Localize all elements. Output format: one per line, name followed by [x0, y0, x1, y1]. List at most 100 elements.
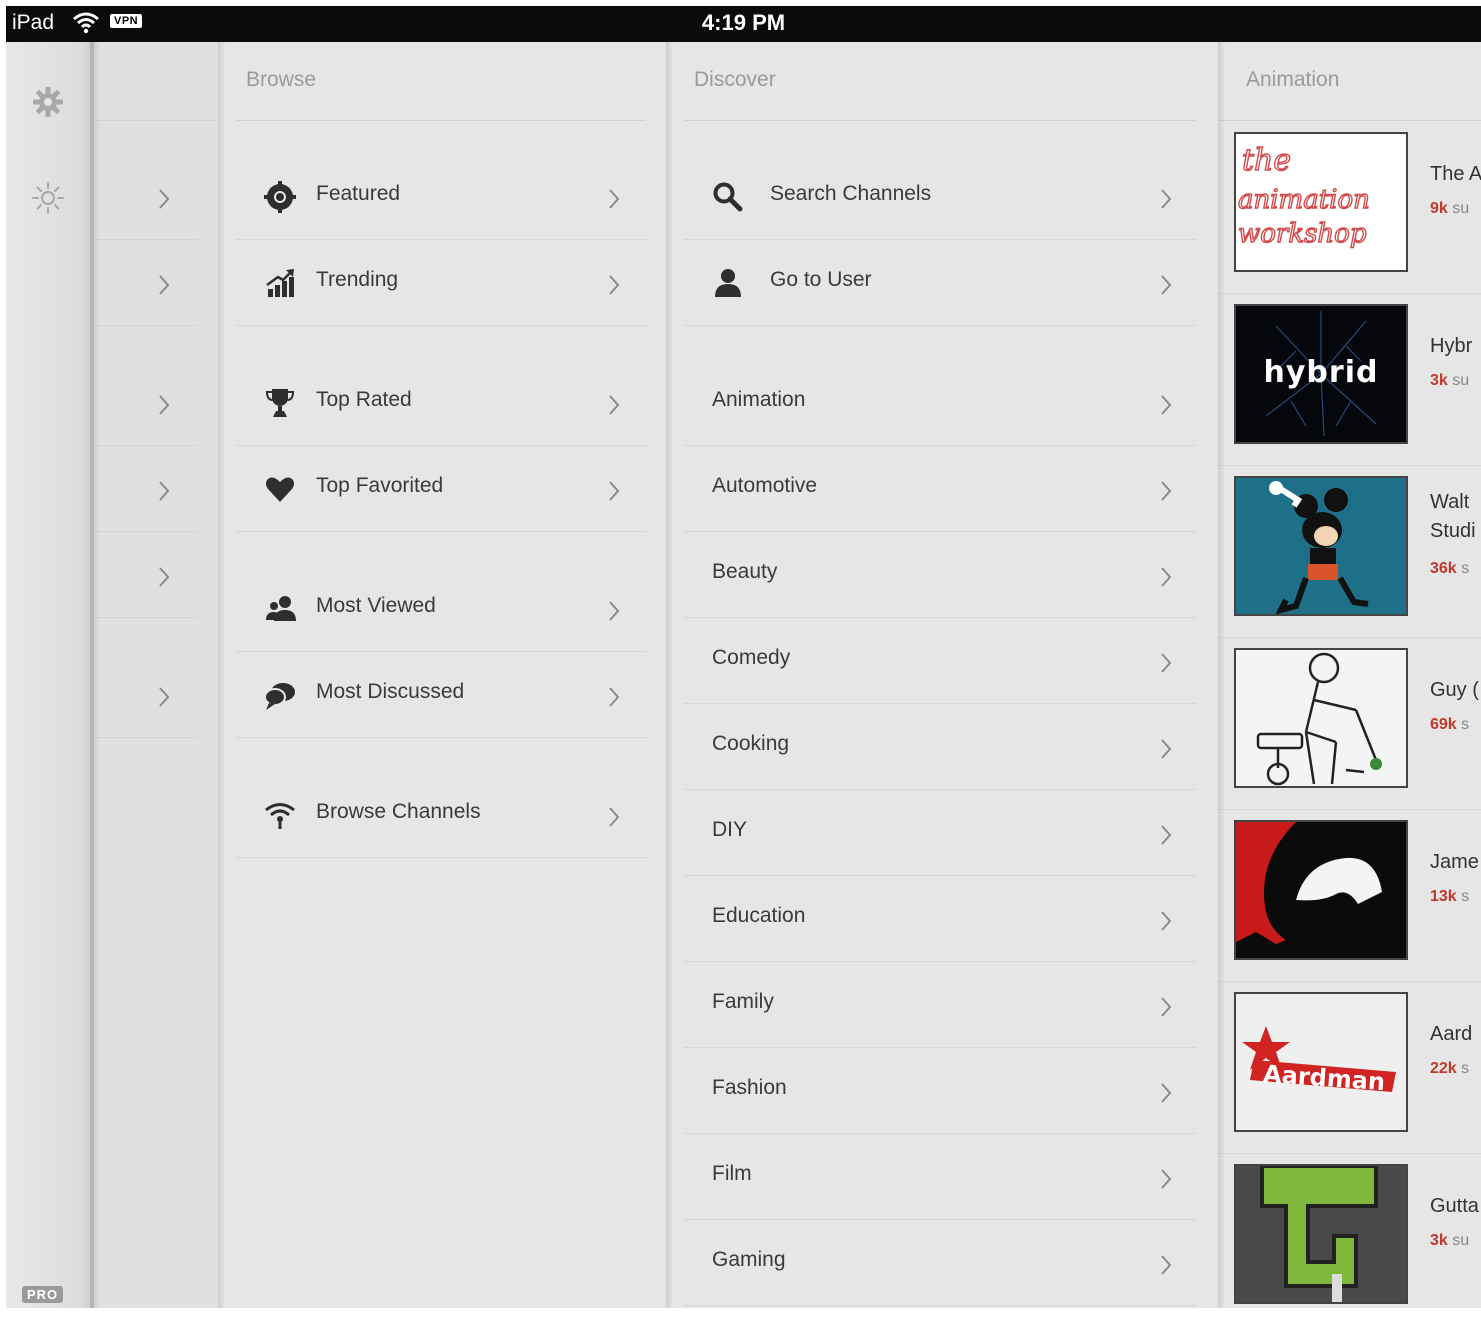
chevron-right-icon: [609, 687, 620, 707]
channel-subscribers: 36k s: [1430, 560, 1470, 577]
channel-item[interactable]: Jame 13k s: [1218, 810, 1481, 982]
channel-subscribers: 3k su: [1430, 1232, 1470, 1249]
rail-shadow: [90, 42, 100, 1320]
category-gaming[interactable]: Gaming: [684, 1220, 1196, 1306]
users-icon: [266, 596, 296, 621]
category-family[interactable]: Family: [684, 962, 1196, 1048]
category-comedy[interactable]: Comedy: [684, 618, 1196, 704]
divider: [1218, 120, 1481, 121]
animation-panel: Animation the animation workshop The A 9…: [1218, 42, 1481, 1320]
category-label: Education: [712, 904, 806, 927]
browse-item-label: Trending: [316, 268, 399, 291]
clock: 4:19 PM: [701, 10, 786, 35]
category-label: Automotive: [712, 474, 818, 497]
chevron-right-icon: [609, 189, 620, 209]
channel-name-line2: Studi: [1430, 520, 1476, 542]
search-icon: [713, 182, 743, 212]
category-label: DIY: [712, 818, 748, 841]
svg-text:workshop: workshop: [1238, 219, 1367, 249]
channel-thumbnail: Aardman: [1234, 992, 1408, 1132]
browse-panel: Browse Featured Trending Top Rated Top F…: [218, 42, 664, 1320]
chevron-right-icon: [1161, 825, 1172, 845]
category-label: Beauty: [712, 560, 778, 583]
chevron-right-icon: [609, 395, 620, 415]
chevron-right-icon: [159, 481, 170, 501]
category-label: Cooking: [712, 732, 790, 755]
channel-item[interactable]: Walt Studi 36k s: [1218, 466, 1481, 638]
channel-thumbnail: [1234, 476, 1408, 616]
mickey-thumbnail: [1236, 478, 1406, 614]
category-automotive[interactable]: Automotive: [684, 446, 1196, 532]
channel-item[interactable]: Gutta 3k su: [1218, 1154, 1481, 1320]
channel-name: Gutta: [1430, 1195, 1479, 1217]
channel-thumbnail: the animation workshop: [1234, 132, 1408, 272]
channel-item[interactable]: the animation workshop The A 9k su: [1218, 122, 1481, 294]
chevron-right-icon: [159, 567, 170, 587]
category-fashion[interactable]: Fashion: [684, 1048, 1196, 1134]
category-animation[interactable]: Animation: [684, 360, 1196, 446]
back-row[interactable]: [94, 360, 198, 446]
category-film[interactable]: Film: [684, 1134, 1196, 1220]
divider: [236, 120, 646, 121]
browse-item-label: Top Favorited: [316, 474, 444, 497]
discover-panel: Discover Search Channels Go to User Anim…: [666, 42, 1216, 1320]
channel-item[interactable]: hybrid Hybr 3k su: [1218, 294, 1481, 466]
panel-shadow: [666, 42, 674, 1320]
browse-title: Browse: [246, 68, 317, 91]
browse-item-top-rated[interactable]: Top Rated: [236, 360, 646, 446]
channel-subscribers: 13k s: [1430, 888, 1470, 905]
hybrid-logo: hybrid: [1236, 306, 1406, 442]
action-label: Go to User: [770, 268, 872, 291]
user-icon: [715, 269, 741, 297]
browse-item-label: Top Rated: [316, 388, 412, 411]
category-label: Fashion: [712, 1076, 787, 1099]
browse-item-most-discussed[interactable]: Most Discussed: [236, 652, 646, 738]
chevron-right-icon: [1161, 1083, 1172, 1103]
chevron-right-icon: [1161, 567, 1172, 587]
back-row[interactable]: [94, 446, 198, 532]
divider: [94, 120, 218, 121]
category-education[interactable]: Education: [684, 876, 1196, 962]
chevron-right-icon: [1161, 653, 1172, 673]
category-cooking[interactable]: Cooking: [684, 704, 1196, 790]
chevron-right-icon: [609, 601, 620, 621]
browse-item-top-favorited[interactable]: Top Favorited: [236, 446, 646, 532]
browse-item-browse-channels[interactable]: Browse Channels: [236, 772, 646, 858]
action-label: Search Channels: [770, 182, 932, 205]
trending-icon: [266, 269, 294, 297]
heart-icon: [266, 477, 294, 502]
previous-panel: [94, 42, 218, 1320]
left-rail: PRO: [6, 42, 94, 1320]
category-label: Family: [712, 990, 774, 1013]
chevron-right-icon: [159, 275, 170, 295]
channel-item[interactable]: Guy ( 69k s: [1218, 638, 1481, 810]
animation-title: Animation: [1246, 68, 1340, 91]
discover-go-to-user[interactable]: Go to User: [684, 240, 1196, 326]
category-beauty[interactable]: Beauty: [684, 532, 1196, 618]
chevron-right-icon: [1161, 481, 1172, 501]
browse-item-most-viewed[interactable]: Most Viewed: [236, 566, 646, 652]
back-row[interactable]: [94, 652, 198, 738]
discover-title: Discover: [694, 68, 776, 91]
panel-shadow: [1218, 42, 1226, 1320]
channel-item[interactable]: Aardman Aard 22k s: [1218, 982, 1481, 1154]
chevron-right-icon: [609, 481, 620, 501]
browse-item-label: Most Viewed: [316, 594, 436, 617]
browse-item-featured[interactable]: Featured: [236, 154, 646, 240]
brightness-icon[interactable]: [30, 180, 66, 216]
back-row[interactable]: [94, 154, 198, 240]
back-row[interactable]: [94, 532, 198, 618]
back-row[interactable]: [94, 240, 198, 326]
panel-shadow: [218, 42, 226, 1320]
browse-item-trending[interactable]: Trending: [236, 240, 646, 326]
category-label: Film: [712, 1162, 752, 1185]
category-diy[interactable]: DIY: [684, 790, 1196, 876]
channel-thumbnail: hybrid: [1234, 304, 1408, 444]
channel-name: Guy (: [1430, 679, 1479, 701]
chevron-right-icon: [1161, 911, 1172, 931]
discover-search-channels[interactable]: Search Channels: [684, 154, 1196, 240]
gear-icon[interactable]: [30, 84, 66, 120]
chevron-right-icon: [609, 807, 620, 827]
svg-text:hybrid: hybrid: [1264, 355, 1379, 390]
browse-item-label: Featured: [316, 182, 401, 205]
